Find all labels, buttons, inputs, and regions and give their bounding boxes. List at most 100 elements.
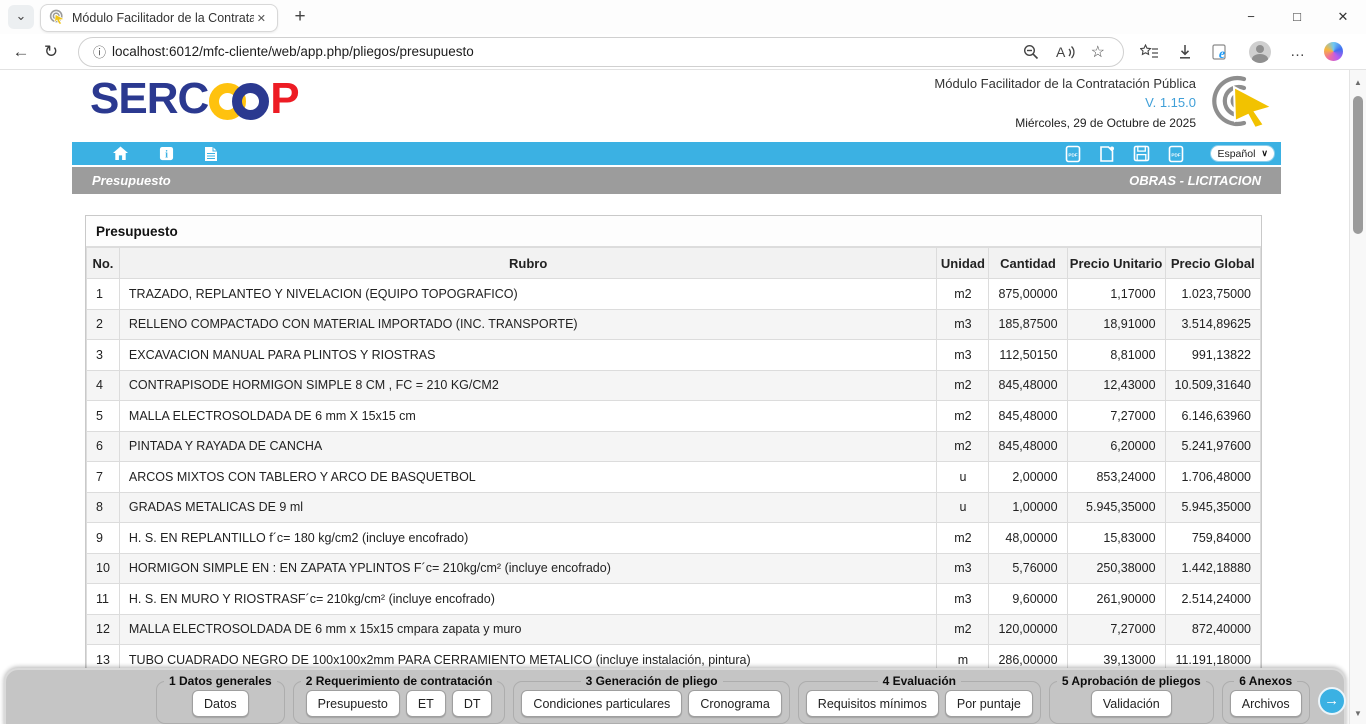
maximize-button[interactable]: □ (1274, 0, 1320, 34)
cell-precio-unitario: 5.945,35000 (1067, 492, 1165, 523)
cell-no: 6 (87, 431, 120, 462)
svg-text:A: A (1056, 44, 1066, 60)
downloads-icon[interactable] (1177, 44, 1193, 60)
tab-search-button[interactable]: ⌄ (8, 5, 34, 29)
document-icon[interactable] (204, 146, 218, 162)
ie-mode-icon[interactable]: e (1212, 43, 1230, 61)
cell-precio-global: 5.241,97600 (1165, 431, 1260, 462)
footer-button-cronograma[interactable]: Cronograma (688, 690, 781, 717)
web-page: SERC P Módulo Facilitador de la Contrata… (0, 70, 1366, 724)
favorite-star-icon[interactable]: ☆ (1091, 42, 1105, 62)
pdf-download-icon[interactable]: PDF (1168, 145, 1184, 163)
cell-no: 12 (87, 614, 120, 645)
footer-button-dt[interactable]: DT (452, 690, 493, 717)
menu-right-icons: PDF (1065, 145, 1275, 163)
cell-no: 9 (87, 523, 120, 554)
footer-button-datos[interactable]: Datos (192, 690, 249, 717)
svg-text:PDF: PDF (1069, 152, 1078, 157)
footer-button-presupuesto[interactable]: Presupuesto (306, 690, 400, 717)
cell-precio-unitario: 1,17000 (1067, 279, 1165, 310)
cell-rubro: HORMIGON SIMPLE EN : EN ZAPATA YPLINTOS … (119, 553, 937, 584)
mfc-logo (1198, 73, 1278, 134)
read-aloud-icon[interactable]: A (1055, 44, 1075, 60)
cell-cantidad: 185,87500 (989, 309, 1067, 340)
minimize-button[interactable]: − (1228, 0, 1274, 34)
url-bar[interactable]: ⓘ localhost:6012/mfc-cliente/web/app.php… (78, 37, 1124, 67)
cell-precio-global: 1.706,48000 (1165, 462, 1260, 493)
language-select[interactable]: Español ∨ (1210, 145, 1275, 162)
refresh-button[interactable]: ↻ (36, 42, 66, 62)
cell-precio-unitario: 261,90000 (1067, 584, 1165, 615)
chevron-down-icon: ∨ (1261, 148, 1268, 159)
footer-button-por-puntaje[interactable]: Por puntaje (945, 690, 1033, 717)
cell-precio-unitario: 15,83000 (1067, 523, 1165, 554)
sercop-logo-navy-o (232, 83, 269, 120)
url-text[interactable]: localhost:6012/mfc-cliente/web/app.php/p… (112, 44, 1015, 59)
browser-toolbar: e … (1140, 41, 1343, 63)
save-icon[interactable] (1133, 145, 1150, 162)
cell-rubro: CONTRAPISODE HORMIGON SIMPLE 8 CM , FC =… (119, 370, 937, 401)
cell-unidad: m2 (937, 370, 989, 401)
cell-cantidad: 48,00000 (989, 523, 1067, 554)
browser-tab[interactable]: Módulo Facilitador de la Contrata ✕ (40, 4, 278, 32)
copilot-icon[interactable] (1324, 42, 1343, 61)
cell-cantidad: 845,48000 (989, 370, 1067, 401)
table-row: 9 H. S. EN REPLANTILLO f´c= 180 kg/cm2 (… (87, 523, 1261, 554)
cell-rubro: ARCOS MIXTOS CON TABLERO Y ARCO DE BASQU… (119, 462, 937, 493)
zoom-out-icon[interactable] (1023, 44, 1039, 60)
new-tab-button[interactable]: + (288, 6, 312, 30)
tab-close-icon[interactable]: ✕ (254, 12, 269, 25)
table-row: 8 GRADAS METALICAS DE 9 ml u 1,00000 5.9… (87, 492, 1261, 523)
table-row: 11 H. S. EN MURO Y RIOSTRASF´c= 210kg/cm… (87, 584, 1261, 615)
site-info-icon[interactable]: ⓘ (93, 42, 106, 61)
close-window-button[interactable]: ✕ (1320, 0, 1366, 34)
settings-menu-icon[interactable]: … (1290, 43, 1305, 60)
wizard-step-group: 5 Aprobación de pliegos Validación (1049, 674, 1214, 724)
scrollbar-up-icon[interactable]: ▲ (1350, 78, 1366, 87)
col-header-precio-unitario: Precio Unitario (1067, 248, 1165, 279)
cell-rubro: H. S. EN MURO Y RIOSTRASF´c= 210kg/cm² (… (119, 584, 937, 615)
cell-no: 1 (87, 279, 120, 310)
scrollbar-down-icon[interactable]: ▼ (1350, 709, 1366, 718)
wizard-step-legend: 3 Generación de pliego (581, 674, 723, 688)
wizard-step-buttons: Condiciones particularesCronograma (521, 690, 781, 717)
wizard-step-legend: 4 Evaluación (878, 674, 961, 688)
browser-titlebar: ⌄ Módulo Facilitador de la Contrata ✕ + … (0, 0, 1366, 34)
favorites-list-icon[interactable] (1140, 44, 1158, 60)
pdf-export-icon[interactable]: PDF (1065, 145, 1081, 163)
cell-unidad: m2 (937, 431, 989, 462)
new-file-icon[interactable] (1099, 145, 1115, 163)
cell-unidad: m3 (937, 309, 989, 340)
footer-button-et[interactable]: ET (406, 690, 446, 717)
col-header-precio-global: Precio Global (1165, 248, 1260, 279)
cell-precio-unitario: 6,20000 (1067, 431, 1165, 462)
wizard-step-buttons: Archivos (1230, 690, 1302, 717)
svg-text:PDF: PDF (1172, 152, 1181, 157)
wizard-step-buttons: Datos (164, 690, 277, 717)
browser-addressbar: ← ↻ ⓘ localhost:6012/mfc-cliente/web/app… (0, 34, 1366, 70)
cell-unidad: m3 (937, 340, 989, 371)
footer-button-archivos[interactable]: Archivos (1230, 690, 1302, 717)
table-header-row: No. Rubro Unidad Cantidad Precio Unitari… (87, 248, 1261, 279)
budget-card: Presupuesto No. Rubro Unidad Cantidad Pr… (85, 215, 1262, 677)
home-icon[interactable] (112, 146, 129, 161)
wizard-step-group: 3 Generación de pliego Condiciones parti… (513, 674, 789, 724)
cell-no: 8 (87, 492, 120, 523)
next-step-button[interactable]: → (1318, 687, 1346, 715)
back-button[interactable]: ← (6, 42, 36, 62)
wizard-step-legend: 1 Datos generales (164, 674, 277, 688)
wizard-step-legend: 2 Requerimiento de contratación (301, 674, 498, 688)
page-scrollbar[interactable]: ▲ ▼ (1349, 70, 1366, 724)
wizard-step-buttons: Requisitos mínimosPor puntaje (806, 690, 1033, 717)
scrollbar-thumb[interactable] (1353, 96, 1363, 234)
cell-precio-global: 10.509,31640 (1165, 370, 1260, 401)
cell-precio-unitario: 853,24000 (1067, 462, 1165, 493)
footer-button-requisitos-minimos[interactable]: Requisitos mínimos (806, 690, 939, 717)
cell-no: 5 (87, 401, 120, 432)
footer-button-validacion[interactable]: Validación (1091, 690, 1172, 717)
profile-avatar[interactable] (1249, 41, 1271, 63)
footer-button-condiciones-particulares[interactable]: Condiciones particulares (521, 690, 682, 717)
info-icon[interactable]: i (159, 146, 174, 161)
cell-no: 2 (87, 309, 120, 340)
app-header-text: Módulo Facilitador de la Contratación Pú… (934, 76, 1196, 130)
